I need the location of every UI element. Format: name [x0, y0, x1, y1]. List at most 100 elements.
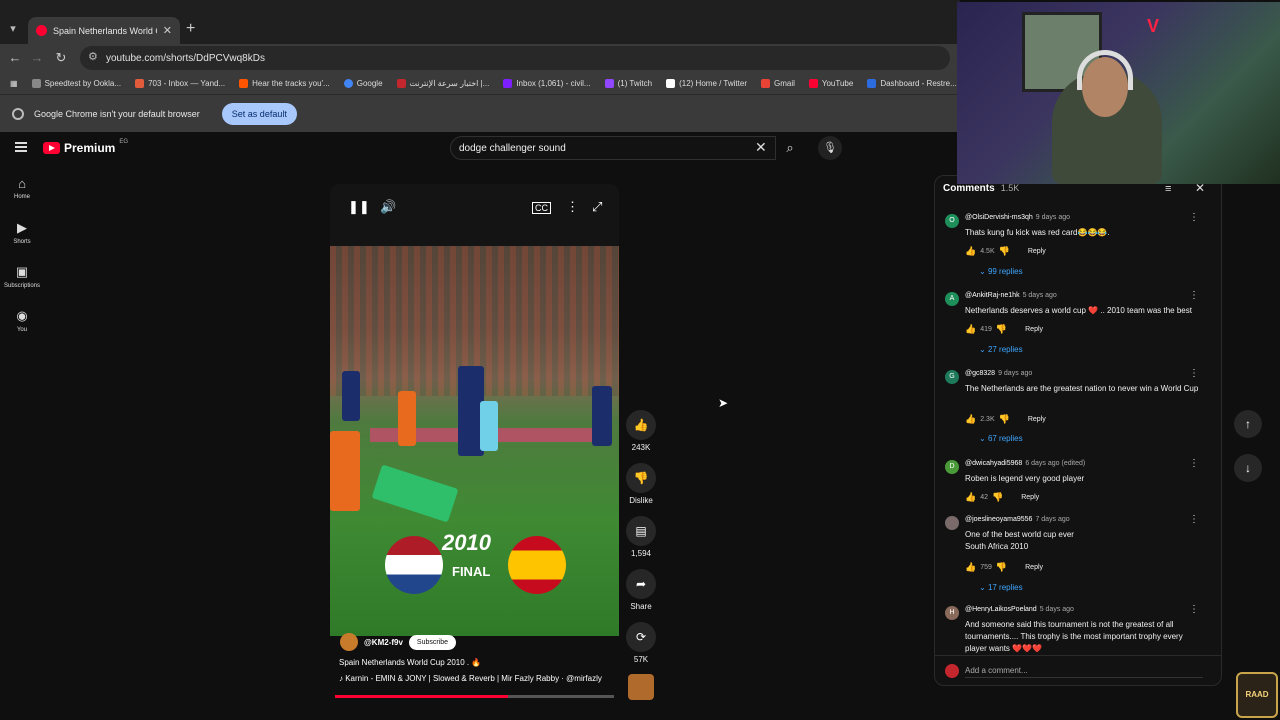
- more-options-icon[interactable]: ⋮: [566, 199, 579, 215]
- comment-menu-icon[interactable]: ⋮: [1189, 290, 1199, 301]
- apps-icon[interactable]: ▦: [10, 79, 18, 88]
- tab-search-chevron-icon[interactable]: ▾: [4, 20, 22, 38]
- bookmark-item[interactable]: Hear the tracks you'...: [239, 78, 330, 88]
- region-label: EG: [119, 139, 129, 145]
- sidebar-item-subscriptions[interactable]: ▣ Subscriptions: [0, 264, 44, 289]
- next-short-button[interactable]: ↓: [1234, 454, 1262, 482]
- search-input[interactable]: dodge challenger sound: [450, 136, 776, 160]
- previous-short-button[interactable]: ↑: [1234, 410, 1262, 438]
- channel-row: @KM2-f9v Subscribe: [340, 633, 457, 651]
- like-button[interactable]: 👍 243K: [624, 410, 658, 452]
- microphone-icon[interactable]: 🎙: [818, 136, 842, 160]
- comment-menu-icon[interactable]: ⋮: [1189, 212, 1199, 223]
- comment-author[interactable]: @gc8328: [965, 370, 995, 377]
- comment-count: 1,594: [630, 549, 652, 558]
- thumbs-up-icon[interactable]: 👍: [965, 414, 976, 425]
- bookmark-item[interactable]: (1) Twitch: [604, 78, 652, 88]
- bookmark-item[interactable]: Inbox (1,061) - civil...: [503, 78, 591, 88]
- thumbs-up-icon[interactable]: 👍: [965, 324, 976, 335]
- search-icon[interactable]: ⌕: [778, 136, 802, 160]
- sidebar-item-you[interactable]: ◉ You: [0, 308, 44, 333]
- view-replies-button[interactable]: ⌄ 67 replies: [979, 434, 1023, 443]
- comment-author[interactable]: @dwicahyadi5968: [965, 460, 1022, 467]
- comment-menu-icon[interactable]: ⋮: [1189, 368, 1199, 379]
- channel-name[interactable]: @KM2-f9v: [364, 638, 403, 647]
- avatar[interactable]: A: [945, 292, 959, 306]
- dislike-button[interactable]: 👎 Dislike: [624, 463, 658, 505]
- share-button[interactable]: ➦ Share: [624, 569, 658, 611]
- overlay-year: 2010: [442, 530, 491, 555]
- browser-tab[interactable]: Spain Netherlands World C ✕: [28, 17, 180, 44]
- avatar[interactable]: [945, 516, 959, 530]
- bookmark-item[interactable]: YouTube: [808, 78, 853, 88]
- avatar[interactable]: D: [945, 460, 959, 474]
- site-info-icon[interactable]: ⚙: [88, 50, 98, 63]
- thumbs-down-icon[interactable]: 👎: [996, 562, 1007, 573]
- comment-author[interactable]: @OlsiDervishi-ms3qh: [965, 214, 1033, 221]
- music-link[interactable]: ♪ Karnin - EMIN & JONY | Slowed & Reverb…: [339, 674, 602, 683]
- volume-icon[interactable]: 🔊: [380, 199, 396, 215]
- reply-button[interactable]: Reply: [1025, 326, 1043, 333]
- thumbs-down-icon[interactable]: 👎: [999, 246, 1010, 257]
- avatar[interactable]: H: [945, 606, 959, 620]
- reply-button[interactable]: Reply: [1028, 416, 1046, 423]
- comment-time: 6 days ago (edited): [1025, 460, 1086, 467]
- thumbs-down-icon[interactable]: 👎: [996, 324, 1007, 335]
- comment-menu-icon[interactable]: ⋮: [1189, 514, 1199, 525]
- back-icon[interactable]: ←: [6, 49, 24, 67]
- arrow-up-icon: ↑: [1245, 417, 1251, 431]
- thumbs-down-icon[interactable]: 👎: [999, 414, 1010, 425]
- address-bar[interactable]: ⚙ youtube.com/shorts/DdPCVwq8kDs: [80, 46, 950, 70]
- forward-icon[interactable]: →: [28, 49, 46, 67]
- avatar[interactable]: G: [945, 370, 959, 384]
- thumbs-up-icon[interactable]: 👍: [965, 562, 976, 573]
- bookmark-item[interactable]: اختبار سرعة الإنترنت |...: [396, 78, 489, 88]
- bookmark-item[interactable]: (12) Home / Twitter: [666, 78, 747, 88]
- remix-button[interactable]: ⟳ 57K: [624, 622, 658, 664]
- set-as-default-button[interactable]: Set as default: [221, 102, 297, 125]
- reply-button[interactable]: Reply: [1021, 494, 1039, 501]
- channel-avatar[interactable]: [340, 633, 358, 651]
- thumbs-down-icon[interactable]: 👎: [992, 492, 1003, 503]
- avatar[interactable]: O: [945, 214, 959, 228]
- video-controls-bar: ❚❚ 🔊 CC ⋮ ⤢: [330, 184, 619, 246]
- sidebar-item-shorts[interactable]: ▶ Shorts: [0, 220, 44, 245]
- bookmark-item[interactable]: Dashboard - Restre...: [867, 78, 957, 88]
- add-comment-input[interactable]: Add a comment...: [965, 666, 1203, 678]
- sidebar-item-home[interactable]: ⌂ Home: [0, 176, 44, 200]
- sort-icon[interactable]: ≡: [1165, 183, 1171, 195]
- thumbs-up-icon[interactable]: 👍: [965, 492, 976, 503]
- shorts-video-player[interactable]: ❚❚ 🔊 CC ⋮ ⤢ 2010 FINAL: [330, 184, 619, 636]
- bookmark-item[interactable]: Google: [343, 78, 383, 88]
- comment-menu-icon[interactable]: ⋮: [1189, 604, 1199, 615]
- comment-author[interactable]: @joeslineoyama9556: [965, 516, 1032, 523]
- reload-icon[interactable]: ↻: [52, 49, 70, 67]
- bookmark-item[interactable]: 703 - Inbox — Yand...: [135, 78, 225, 88]
- reply-button[interactable]: Reply: [1025, 564, 1043, 571]
- youtube-logo[interactable]: Premium EG: [43, 139, 129, 155]
- fullscreen-icon[interactable]: ⤢: [592, 199, 602, 215]
- pause-icon[interactable]: ❚❚: [348, 199, 370, 215]
- captions-icon[interactable]: CC: [532, 202, 551, 214]
- video-progress-fill: [335, 695, 508, 698]
- thumbs-up-icon[interactable]: 👍: [965, 246, 976, 257]
- comments-button[interactable]: ▤ 1,594: [624, 516, 658, 558]
- view-replies-button[interactable]: ⌄ 17 replies: [979, 583, 1023, 592]
- subscribe-button[interactable]: Subscribe: [408, 634, 457, 650]
- view-replies-button[interactable]: ⌄ 99 replies: [979, 267, 1023, 276]
- reply-button[interactable]: Reply: [1028, 248, 1046, 255]
- new-tab-icon[interactable]: +: [186, 20, 195, 38]
- tab-close-icon[interactable]: ✕: [163, 24, 172, 37]
- bookmark-item[interactable]: Speedtest by Ookla...: [31, 78, 121, 88]
- video-title[interactable]: Spain Netherlands World Cup 2010 . 🔥: [339, 658, 481, 667]
- video-progress-bar[interactable]: [335, 695, 614, 698]
- sound-avatar[interactable]: [628, 674, 654, 700]
- comment-author[interactable]: @HenryLaikosPoeland: [965, 606, 1037, 613]
- clear-search-icon[interactable]: ✕: [755, 139, 767, 156]
- comment-menu-icon[interactable]: ⋮: [1189, 458, 1199, 469]
- view-replies-button[interactable]: ⌄ 27 replies: [979, 345, 1023, 354]
- bookmark-item[interactable]: Gmail: [760, 78, 795, 88]
- comment-author[interactable]: @AnkitRaj-ne1hk: [965, 292, 1020, 299]
- menu-icon[interactable]: [15, 142, 27, 152]
- comments-header: Comments 1.5K: [943, 183, 1019, 194]
